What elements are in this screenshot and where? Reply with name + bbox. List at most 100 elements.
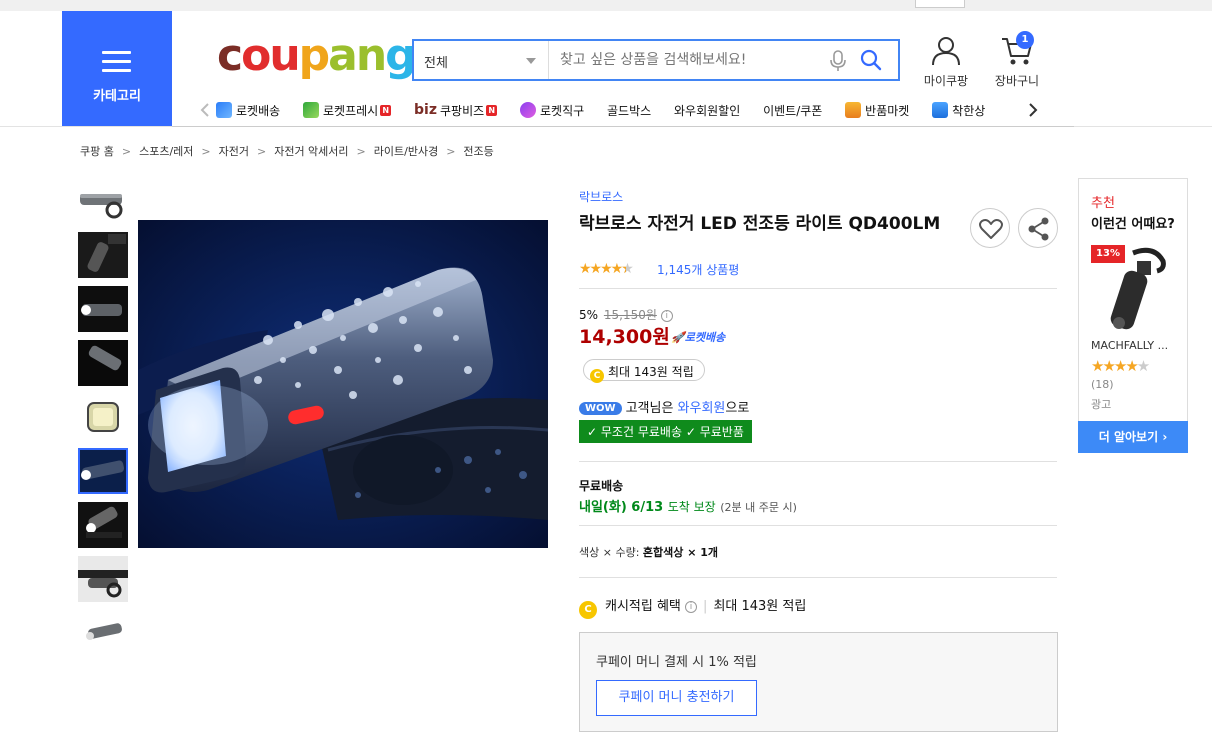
product-main-image[interactable] bbox=[138, 220, 548, 548]
share-button[interactable] bbox=[1018, 208, 1058, 248]
thumbnail[interactable] bbox=[78, 394, 128, 440]
recommend-label: 추천 bbox=[1091, 196, 1115, 211]
nav-item-coupang-biz[interactable]: biz 쿠팡비즈 N bbox=[414, 96, 498, 124]
nav-item-events[interactable]: 이벤트/쿠폰 bbox=[763, 96, 822, 124]
category-label: 카테고리 bbox=[93, 89, 141, 104]
rocket-delivery-label: 로켓배송 bbox=[684, 331, 726, 344]
cash-value: 최대 143원 적립 bbox=[713, 599, 807, 614]
search-icon[interactable] bbox=[860, 49, 882, 71]
thumbnail[interactable] bbox=[78, 610, 128, 656]
wow-text-suffix: 으로 bbox=[725, 401, 750, 416]
delivery-condition: (2분 내 주문 시) bbox=[720, 501, 797, 514]
coupay-charge-button[interactable]: 쿠페이 머니 충전하기 bbox=[596, 680, 757, 716]
breadcrumb-item[interactable]: 자전거 악세서리 bbox=[274, 145, 348, 158]
nav-item-rocket[interactable]: 로켓배송 bbox=[216, 96, 280, 124]
my-coupang-label: 마이쿠팡 bbox=[923, 74, 969, 88]
chevron-left-icon[interactable] bbox=[200, 102, 210, 118]
review-count-link[interactable]: 1,145개 상품평 bbox=[657, 261, 739, 278]
nav-item-rocket-global[interactable]: 로켓직구 bbox=[520, 96, 584, 124]
nav-item-wow-discount[interactable]: 와우회원할인 bbox=[674, 96, 740, 124]
breadcrumb-item[interactable]: 쿠팡 홈 bbox=[80, 145, 114, 158]
breadcrumb-item[interactable]: 스포츠/레저 bbox=[139, 145, 193, 158]
option-label: 색상 × 수량: bbox=[579, 546, 640, 559]
thumbnail[interactable] bbox=[78, 178, 128, 224]
check-icon: ✓ bbox=[685, 425, 696, 439]
separator: | bbox=[703, 599, 708, 614]
brand-link[interactable]: 락브로스 bbox=[579, 188, 623, 205]
option-value: 혼합색상 × 1개 bbox=[642, 546, 719, 559]
nav-item-label: 와우회원할인 bbox=[674, 103, 741, 118]
rocket-icon: 🚀 bbox=[671, 331, 685, 344]
shipping-title: 무료배송 bbox=[579, 479, 624, 493]
nav-item-goldbox[interactable]: 골드박스 bbox=[607, 96, 651, 124]
nav-item-label: 착한상 bbox=[952, 103, 986, 118]
market-icon bbox=[845, 102, 862, 118]
nav-item-label: 골드박스 bbox=[607, 103, 652, 118]
wishlist-button[interactable] bbox=[970, 208, 1010, 248]
nav-item-good-store[interactable]: 착한상 bbox=[932, 96, 985, 124]
coin-icon: C bbox=[579, 601, 597, 619]
search-input[interactable] bbox=[550, 41, 820, 79]
free-return-text: 무료반품 bbox=[699, 425, 744, 439]
free-shipping-badge: ✓ 무조건 무료배송 ✓ 무료반품 bbox=[579, 420, 752, 443]
info-icon[interactable]: i bbox=[660, 309, 673, 322]
coin-icon: C bbox=[590, 369, 604, 383]
search-category-value: 전체 bbox=[424, 56, 448, 71]
breadcrumb-item[interactable]: 자전거 bbox=[219, 145, 249, 158]
biz-logo: biz bbox=[414, 102, 437, 118]
good-store-icon bbox=[932, 102, 949, 118]
see-more-label: 더 알아보기 bbox=[1098, 430, 1159, 444]
thumbnail[interactable] bbox=[78, 340, 128, 386]
cart-button[interactable]: 1 장바구니 bbox=[988, 31, 1046, 89]
heart-icon bbox=[979, 219, 1003, 239]
delivery-info: 내일(화) 6/13 도착 보장 (2분 내 주문 시) bbox=[579, 496, 797, 515]
coupang-logo[interactable]: coupang bbox=[217, 30, 417, 82]
points-badge: C 최대 143원 적립 bbox=[583, 359, 705, 383]
recommend-rating-stars: ★★★★★ bbox=[1091, 357, 1150, 375]
info-icon[interactable]: i bbox=[685, 600, 698, 613]
check-icon: ✓ bbox=[587, 425, 598, 439]
new-badge: N bbox=[486, 104, 498, 116]
divider bbox=[579, 461, 1057, 462]
chevron-right-icon[interactable] bbox=[1028, 102, 1038, 118]
wow-member-link[interactable]: 와우회원 bbox=[678, 401, 726, 416]
wow-text: 고객님은 bbox=[625, 401, 674, 416]
cash-label: 캐시적립 혜택 bbox=[605, 599, 681, 614]
chevron-right-icon: › bbox=[1162, 430, 1168, 444]
cash-benefit-line: C 캐시적립 혜택 i | 최대 143원 적립 bbox=[579, 595, 806, 619]
rocket-delivery-badge: 🚀로켓배송 bbox=[671, 329, 725, 345]
recommend-review-count: (18) bbox=[1091, 378, 1114, 391]
see-more-button[interactable]: 더 알아보기 › bbox=[1078, 421, 1188, 453]
top-utility-box[interactable] bbox=[915, 0, 965, 8]
recommend-product-name[interactable]: MACHFALLY ... bbox=[1091, 339, 1168, 352]
rating-stars: ★★★★★★ bbox=[579, 261, 634, 277]
thumbnail-selected[interactable] bbox=[78, 448, 128, 494]
breadcrumb-item[interactable]: 라이트/반사경 bbox=[374, 145, 438, 158]
divider bbox=[579, 577, 1057, 578]
thumbnail[interactable] bbox=[78, 556, 128, 602]
breadcrumb-separator: > bbox=[256, 145, 267, 158]
my-coupang-button[interactable]: 마이쿠팡 bbox=[920, 36, 972, 89]
nav-item-label: 로켓배송 bbox=[236, 103, 281, 118]
header-divider-inner bbox=[172, 126, 1074, 127]
user-icon bbox=[932, 37, 960, 66]
breadcrumb-separator: > bbox=[356, 145, 366, 158]
thumbnail[interactable] bbox=[78, 502, 128, 548]
breadcrumb-separator: > bbox=[446, 145, 456, 158]
nav-item-label: 로켓프레시 bbox=[323, 103, 379, 118]
cart-label: 장바구니 bbox=[994, 74, 1040, 88]
category-button[interactable]: 카테고리 bbox=[62, 11, 172, 126]
thumbnail[interactable] bbox=[78, 286, 128, 332]
thumbnail[interactable] bbox=[78, 232, 128, 278]
microphone-icon[interactable] bbox=[828, 50, 848, 72]
breadcrumb-item[interactable]: 전조등 bbox=[463, 145, 493, 158]
nav-item-rocket-fresh[interactable]: 로켓프레시 N bbox=[303, 96, 392, 124]
discount-rate: 5% bbox=[579, 308, 599, 322]
breadcrumb-separator: > bbox=[201, 145, 211, 158]
nav-item-return-market[interactable]: 반품마켓 bbox=[845, 96, 909, 124]
coupay-money-text: 쿠페이 머니 결제 시 1% 적립 bbox=[596, 655, 757, 670]
search-category-select[interactable]: 전체 bbox=[414, 41, 549, 79]
thumbnail-list bbox=[78, 178, 128, 664]
option-line[interactable]: 색상 × 수량: 혼합색상 × 1개 bbox=[579, 544, 718, 560]
product-title: 락브로스 자전거 LED 전조등 라이트 QD400LM bbox=[579, 214, 941, 234]
